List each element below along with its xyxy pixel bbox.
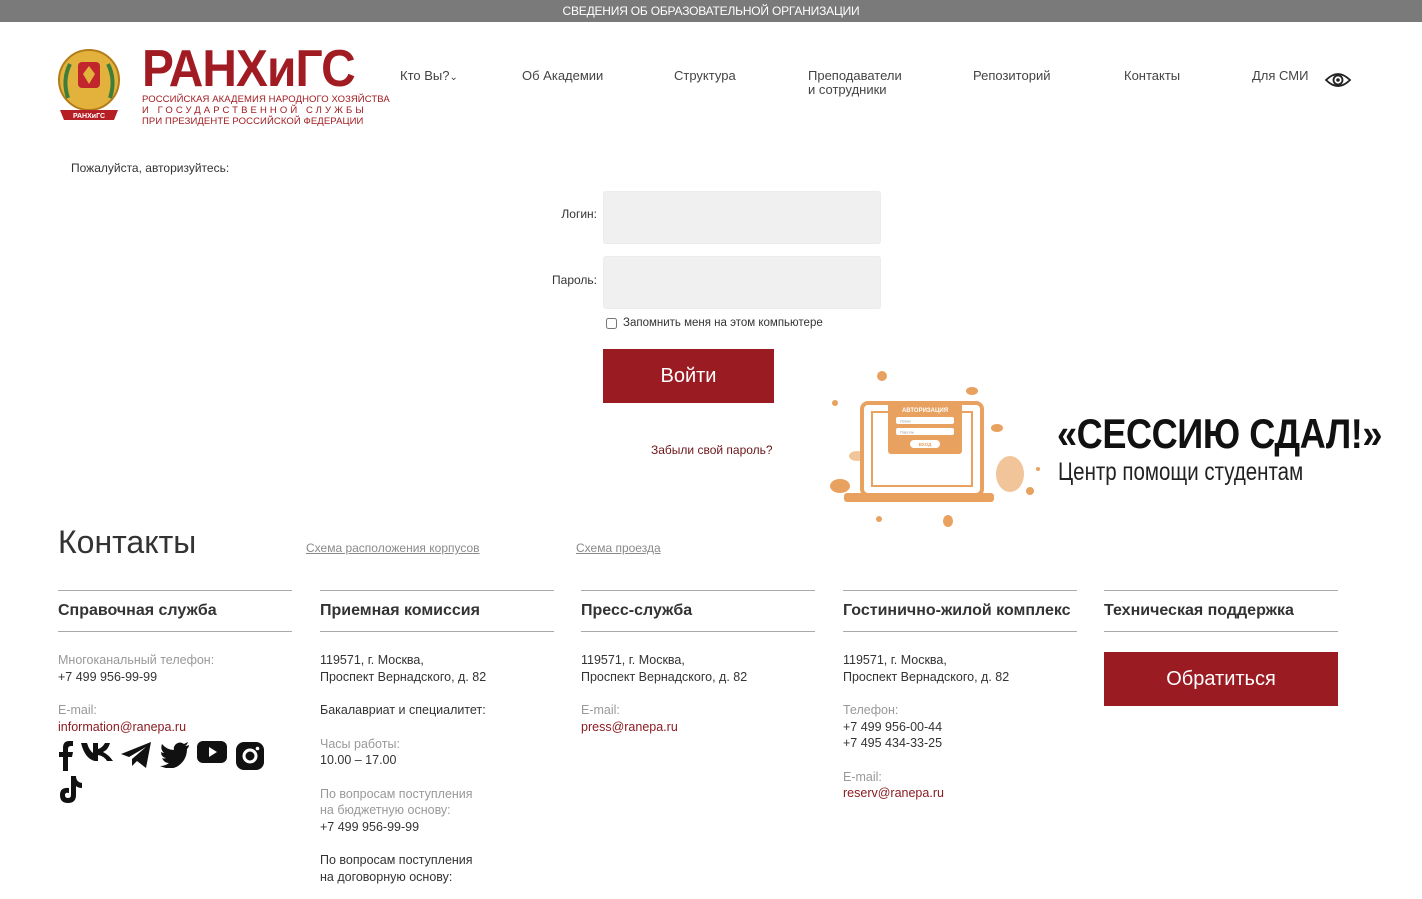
nav-staff-line1: Преподаватели [808, 68, 902, 83]
support-column: Техническая поддержка Обратиться [1104, 590, 1338, 706]
eye-icon[interactable] [1324, 70, 1352, 90]
column-title: Приемная комиссия [320, 602, 480, 619]
contact-support-button[interactable]: Обратиться [1104, 652, 1338, 706]
laptop-illustration-icon[interactable]: АВТОРИЗАЦИЯ Логин Пароль ВХОД [822, 366, 1052, 531]
budget-label: По вопросам поступления [320, 786, 473, 801]
phone-value[interactable]: +7 499 956-00-44 [843, 719, 1077, 736]
nav-structure[interactable]: Структура [674, 69, 736, 83]
login-button[interactable]: Войти [603, 349, 774, 403]
remember-label: Запомнить меня на этом компьютере [623, 317, 823, 329]
email-label: E-mail: [58, 703, 97, 717]
bachelor-label: Бакалавриат и специалитет: [320, 703, 486, 717]
email-label: E-mail: [843, 769, 882, 784]
nav-about[interactable]: Об Академии [522, 69, 603, 83]
column-title: Справочная служба [58, 602, 217, 619]
phone-value[interactable]: +7 495 434-33-25 [843, 735, 1077, 752]
youtube-icon[interactable] [197, 741, 227, 763]
nav-repository[interactable]: Репозиторий [973, 69, 1050, 83]
address-line: Проспект Вернадского, д. 82 [843, 669, 1010, 684]
contacts-heading: Контакты [58, 524, 197, 560]
phone-value[interactable]: +7 499 956-99-99 [58, 669, 292, 686]
nav-staff-line2: и сотрудники [808, 82, 887, 97]
logo-wordmark: РАНХиГС [142, 40, 356, 98]
contract-label: на договорную основу: [320, 869, 453, 884]
admission-column: Приемная комиссия 119571, г. Москва, Про… [320, 590, 554, 885]
vk-icon[interactable] [80, 741, 114, 763]
instagram-icon[interactable] [236, 742, 264, 770]
telegram-icon[interactable] [120, 741, 152, 769]
login-input[interactable] [603, 191, 881, 244]
divider [1104, 631, 1338, 632]
hotel-column: Гостинично-жилой комплекс 119571, г. Мос… [843, 590, 1077, 802]
auth-hint: Пожалуйста, авторизуйтесь: [71, 161, 230, 175]
column-title: Техническая поддержка [1104, 602, 1294, 619]
nav-who[interactable]: Кто Вы?⌄ [400, 69, 458, 85]
email-link[interactable]: reserv@ranepa.ru [843, 785, 1077, 802]
forgot-password-link[interactable]: Забыли свой пароль? [651, 443, 773, 457]
address-line: 119571, г. Москва, [581, 653, 685, 667]
phone-label: Телефон: [843, 703, 899, 717]
address-line: 119571, г. Москва, [843, 653, 947, 667]
press-column: Пресс-служба 119571, г. Москва, Проспект… [581, 590, 815, 735]
password-label: Пароль: [552, 273, 597, 287]
phone-label: Многоканальный телефон: [58, 653, 215, 667]
email-link[interactable]: information@ranepa.ru [58, 719, 292, 736]
email-label: E-mail: [581, 703, 620, 717]
contract-label: По вопросам поступления [320, 853, 473, 867]
nav-contacts[interactable]: Контакты [1124, 69, 1180, 83]
login-label: Логин: [561, 207, 597, 221]
promo-title[interactable]: «СЕССИЮ СДАЛ!» [1057, 410, 1382, 458]
twitter-icon[interactable] [160, 742, 190, 768]
promo-subtitle[interactable]: Центр помощи студентам [1058, 458, 1303, 487]
svg-text:Пароль: Пароль [900, 430, 914, 435]
hours-label: Часы работы: [320, 736, 400, 751]
facebook-icon[interactable] [58, 741, 74, 771]
info-service-column: Справочная служба Многоканальный телефон… [58, 590, 292, 735]
password-input[interactable] [603, 256, 881, 309]
address-line: Проспект Вернадского, д. 82 [581, 669, 748, 684]
svg-text:ВХОД: ВХОД [919, 442, 932, 447]
svg-text:РАНХиГС: РАНХиГС [73, 113, 105, 120]
ranepa-logo[interactable]: РАНХиГС РАНХиГС РОССИЙСКАЯ АКАДЕМИЯ НАРО… [56, 40, 390, 130]
svg-text:АВТОРИЗАЦИЯ: АВТОРИЗАЦИЯ [902, 408, 948, 414]
directions-link[interactable]: Схема проезда [576, 541, 661, 555]
logo-subtitle: РОССИЙСКАЯ АКАДЕМИЯ НАРОДНОГО ХОЗЯЙСТВА … [142, 94, 390, 127]
budget-label: на бюджетную основу: [320, 803, 451, 817]
column-title: Гостинично-жилой комплекс [843, 602, 1071, 619]
email-link[interactable]: press@ranepa.ru [581, 719, 815, 736]
org-info-bar[interactable]: СВЕДЕНИЯ ОБ ОБРАЗОВАТЕЛЬНОЙ ОРГАНИЗАЦИИ [0, 0, 1422, 22]
column-title: Пресс-служба [581, 602, 693, 619]
budget-phone[interactable]: +7 499 956-99-99 [320, 819, 554, 836]
svg-text:Логин: Логин [900, 419, 911, 424]
address-line: Проспект Вернадского, д. 82 [320, 669, 487, 684]
emblem-icon: РАНХиГС [58, 49, 120, 120]
address-line: 119571, г. Москва, [320, 653, 424, 667]
remember-me[interactable]: Запомнить меня на этом компьютере [606, 317, 823, 329]
buildings-map-link[interactable]: Схема расположения корпусов [306, 541, 480, 555]
hours-value: 10.00 – 17.00 [320, 753, 397, 767]
remember-checkbox[interactable] [606, 317, 617, 329]
chevron-down-icon: ⌄ [449, 72, 458, 83]
nav-who-label: Кто Вы? [400, 68, 450, 83]
nav-media[interactable]: Для СМИ [1252, 69, 1308, 83]
tiktok-icon[interactable] [58, 776, 84, 804]
nav-staff[interactable]: Преподаватели и сотрудники [808, 69, 902, 97]
